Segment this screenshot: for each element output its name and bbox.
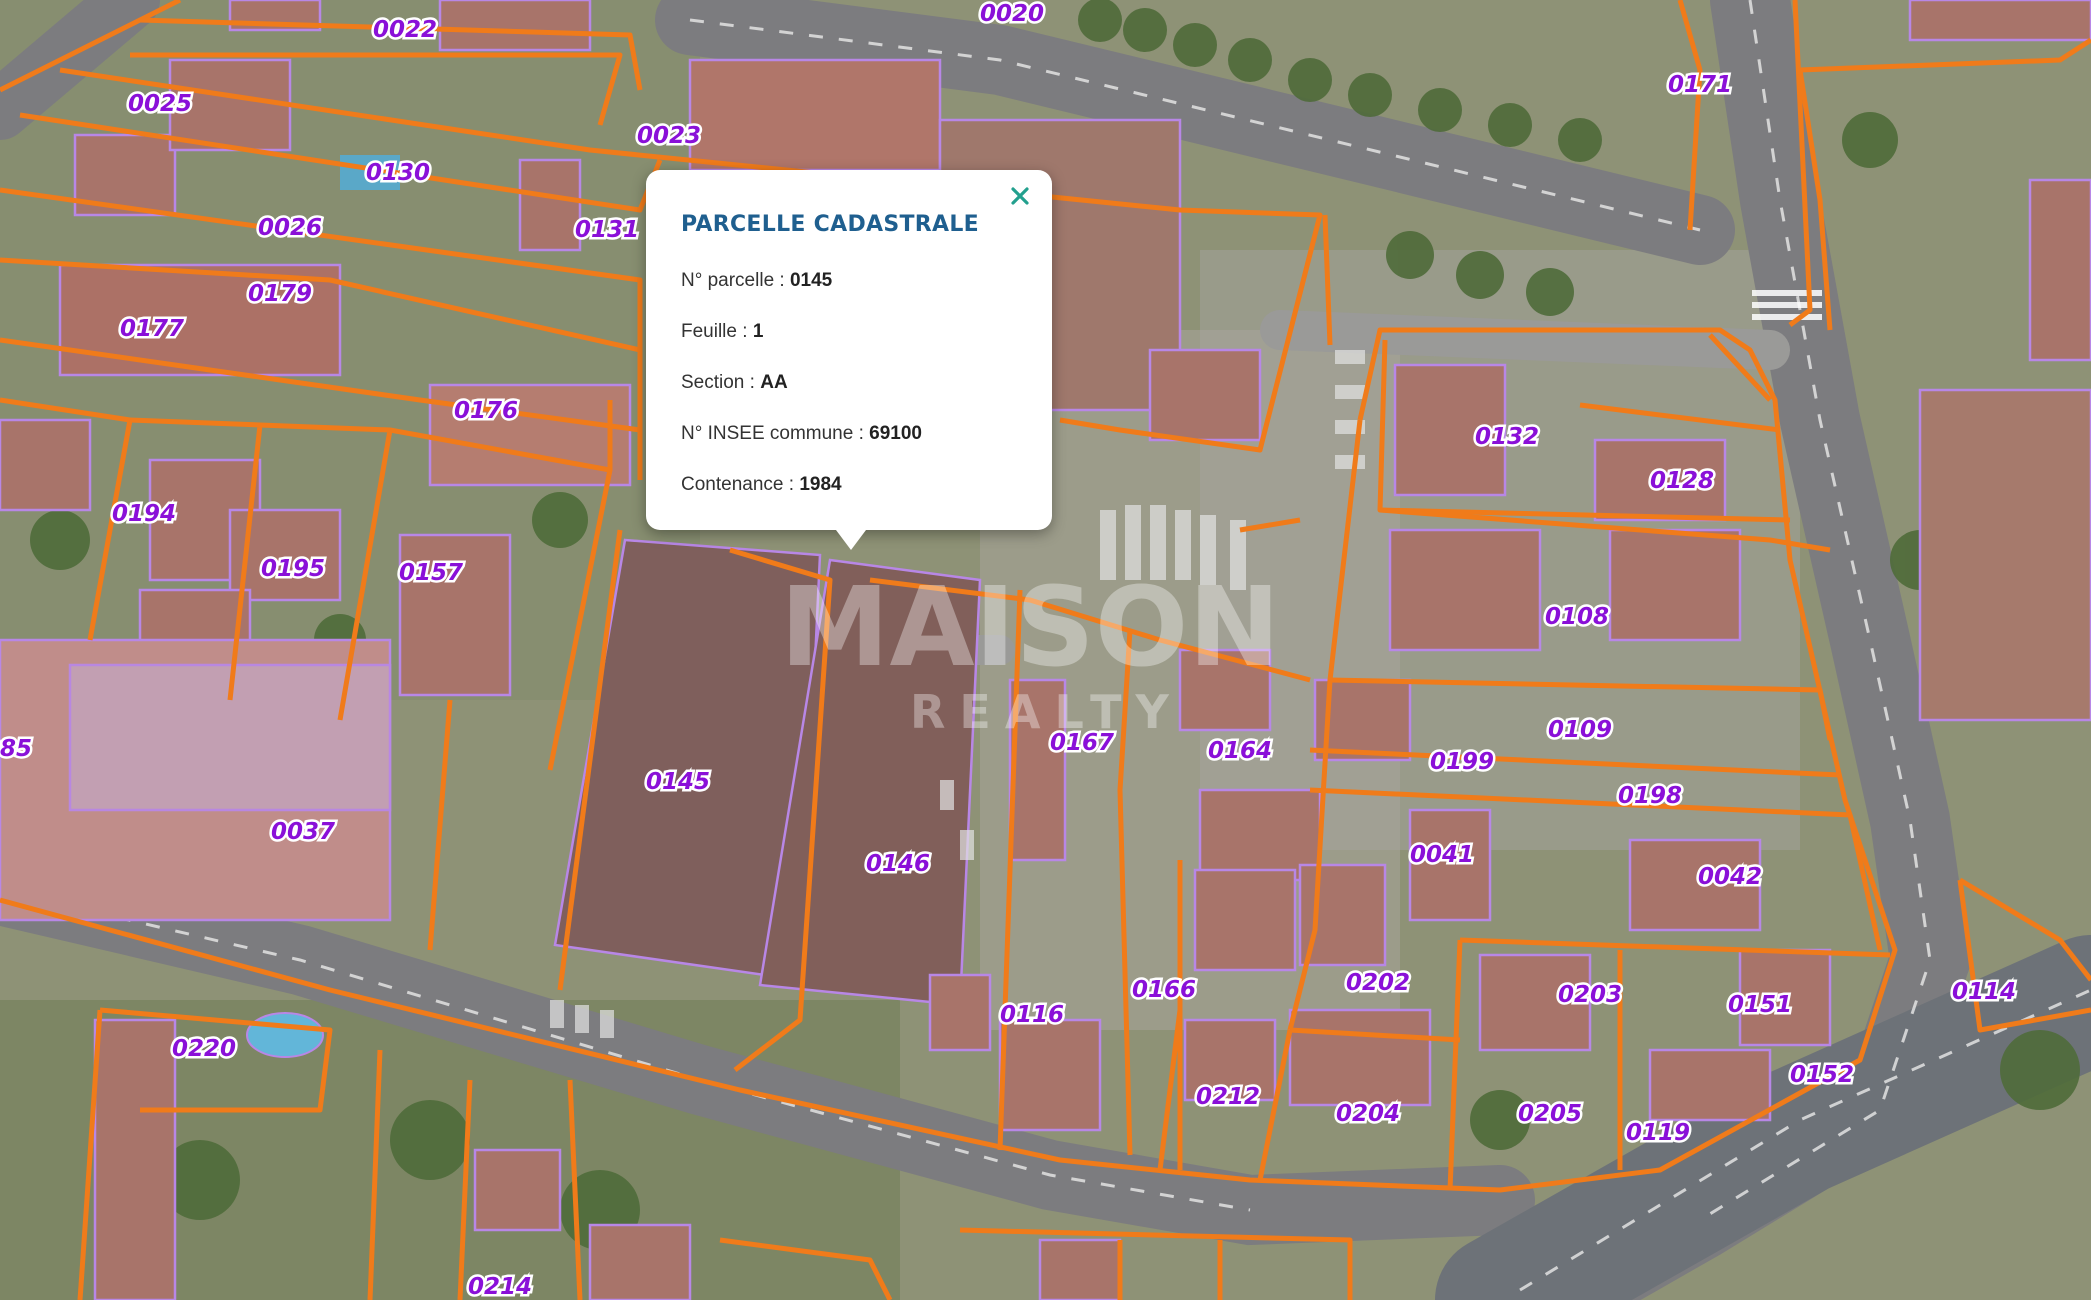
parcel-label: 0041 — [1410, 842, 1474, 868]
parcel-label: 0164 — [1208, 738, 1272, 764]
parcel-label: 0130 — [366, 160, 430, 186]
parcel-label: 0116 — [1000, 1002, 1064, 1028]
popup-row-sheet: Feuille : 1 — [681, 321, 763, 343]
parcel-label: 0198 — [1618, 783, 1682, 809]
parcel-popup: PARCELLE CADASTRALE N° parcelle : 0145 F… — [646, 170, 1052, 550]
parcel-label: 0114 — [1952, 979, 2016, 1005]
parcel-label: 0037 — [271, 819, 335, 845]
parcel-label: 0203 — [1558, 982, 1622, 1008]
parcel-label: 0171 — [1668, 72, 1732, 98]
svg-text:REALTY: REALTY — [910, 685, 1183, 739]
row-label: Contenance : — [681, 474, 800, 495]
parcel-label: 0109 — [1548, 717, 1612, 743]
popup-title: PARCELLE CADASTRALE — [681, 212, 979, 237]
parcel-label: 0157 — [399, 560, 463, 586]
parcel-label: 0195 — [261, 556, 325, 582]
row-label: Section : — [681, 372, 761, 393]
parcel-label: 0166 — [1132, 977, 1196, 1003]
parcel-label: 0025 — [128, 91, 192, 117]
parcel-label: 0212 — [1196, 1084, 1260, 1110]
parcel-label: 0146 — [866, 851, 930, 877]
parcel-label: 0179 — [248, 281, 312, 307]
parcel-label: 0214 — [468, 1274, 532, 1300]
popup-row-insee: N° INSEE commune : 69100 — [681, 423, 922, 445]
close-icon[interactable] — [1002, 178, 1038, 214]
parcel-label: 0205 — [1518, 1101, 1582, 1127]
row-value: 0145 — [789, 270, 833, 291]
parcel-label: 0152 — [1790, 1062, 1854, 1088]
parcel-label: 0022 — [373, 17, 437, 43]
parcel-label: 0145 — [646, 769, 710, 795]
parcel-label: 0151 — [1728, 992, 1792, 1018]
popup-row-parcel-number: N° parcelle : 0145 — [681, 270, 832, 292]
parcel-label: 0108 — [1545, 604, 1609, 630]
parcel-label: 0199 — [1430, 749, 1494, 775]
parcel-label: 0194 — [112, 501, 176, 527]
parcel-label: 0026 — [258, 215, 322, 241]
parcel-label: 0042 — [1698, 864, 1762, 890]
parcel-label: 0177 — [120, 316, 184, 342]
popup-row-area: Contenance : 1984 — [681, 474, 842, 496]
parcel-label: 0167 — [1050, 730, 1114, 756]
parcel-label: 0202 — [1346, 970, 1410, 996]
row-value: 69100 — [869, 423, 922, 444]
popup-row-section: Section : AA — [681, 372, 788, 394]
parcel-label: 0132 — [1475, 424, 1539, 450]
parcel-label: 0204 — [1336, 1101, 1400, 1127]
parcel-label: 0220 — [172, 1036, 236, 1062]
row-value: 1984 — [799, 474, 842, 495]
parcel-label: 0176 — [454, 398, 518, 424]
parcel-label: 0085 — [0, 736, 32, 762]
svg-text:MAISON: MAISON — [780, 563, 1280, 691]
row-value: AA — [760, 372, 788, 393]
parcel-label: 0023 — [637, 123, 701, 149]
parcel-label: 0119 — [1626, 1120, 1690, 1146]
row-value: 1 — [752, 321, 764, 342]
row-label: N° parcelle : — [681, 270, 790, 291]
parcel-label: 0131 — [575, 217, 639, 243]
parcel-label: 0128 — [1650, 468, 1714, 494]
row-label: Feuille : — [681, 321, 753, 342]
row-label: N° INSEE commune : — [681, 423, 870, 444]
parcel-label: 0020 — [980, 1, 1044, 27]
